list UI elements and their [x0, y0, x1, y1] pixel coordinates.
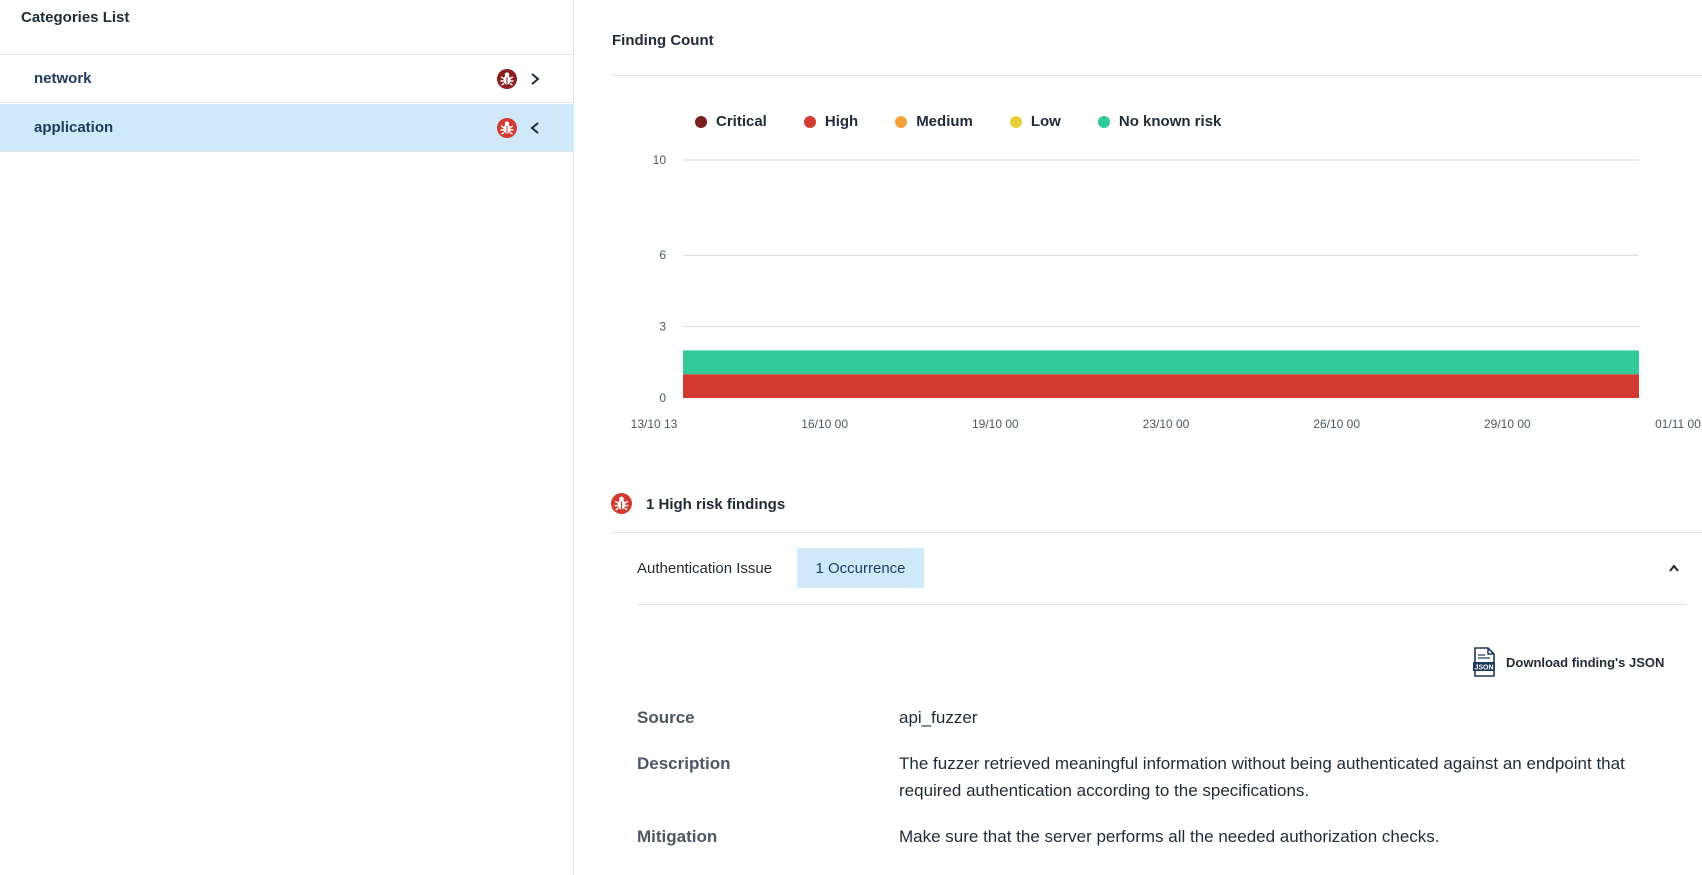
main-panel: Finding Count Critical High Medium Low N… [575, 0, 1702, 875]
y-tick-label: 0 [659, 391, 666, 405]
legend-item-critical[interactable]: Critical [695, 113, 767, 130]
bug-risk-icon [497, 118, 517, 138]
category-item-network[interactable]: network [0, 55, 574, 103]
x-tick-label: 19/10 00 [972, 417, 1019, 431]
chart-legend: Critical High Medium Low No known risk [695, 113, 1258, 130]
legend-item-high[interactable]: High [803, 113, 859, 130]
source-value: api_fuzzer [899, 708, 978, 727]
x-tick-label: 23/10 00 [1143, 417, 1190, 431]
download-json-button[interactable]: JSON Download finding's JSON [1472, 647, 1664, 677]
risk-findings-header[interactable]: 1 High risk findings [611, 493, 1702, 533]
legend-item-low[interactable]: Low [1009, 113, 1061, 130]
legend-dot [803, 115, 816, 128]
divider [637, 604, 1687, 605]
category-label: application [34, 119, 114, 136]
issue-name: Authentication Issue [637, 560, 773, 577]
json-file-icon: JSON [1473, 647, 1495, 677]
legend-item-medium[interactable]: Medium [895, 113, 973, 130]
divider [611, 532, 1702, 533]
x-tick-label: 29/10 00 [1484, 417, 1531, 431]
occurrence-badge: 1 Occurrence [797, 548, 924, 588]
legend-label: Low [1030, 113, 1061, 130]
description-value: The fuzzer retrieved meaningful informat… [899, 754, 1625, 800]
categories-sidebar: Categories List network application [0, 0, 574, 875]
source-label: Source [637, 708, 695, 727]
mitigation-value: Make sure that the server performs all t… [899, 827, 1440, 846]
divider [612, 75, 1702, 76]
legend-dot [895, 115, 908, 128]
legend-dot [695, 115, 707, 128]
finding-count-chart: 0 3 6 10 13/10 13 16/10 00 19/10 00 23/10 00 26/… [631, 153, 1702, 431]
category-item-application[interactable]: application [0, 104, 574, 152]
description-label: Description [637, 754, 731, 773]
sidebar-title: Categories List [21, 9, 130, 26]
legend-label: Medium [916, 113, 973, 130]
legend-item-no-known-risk[interactable]: No known risk [1097, 113, 1222, 130]
chevron-up-icon[interactable] [1667, 563, 1681, 573]
x-tick-label: 13/10 13 [631, 417, 678, 431]
legend-label: High [824, 113, 859, 130]
svg-text:JSON: JSON [1474, 664, 1493, 671]
chevron-right-icon[interactable] [528, 71, 542, 87]
bug-risk-icon [497, 69, 517, 89]
series-area-high [683, 374, 1639, 398]
download-json-label: Download finding's JSON [1506, 654, 1665, 670]
legend-label: Critical [716, 113, 767, 130]
y-tick-label: 3 [659, 320, 666, 334]
risk-findings-title: 1 High risk findings [646, 496, 786, 513]
category-label: network [34, 70, 92, 87]
chevron-left-icon[interactable] [528, 120, 542, 136]
x-tick-label: 01/11 00 [1655, 417, 1701, 431]
finding-count-title: Finding Count [612, 32, 714, 49]
bug-risk-icon [611, 493, 632, 514]
legend-dot [1009, 115, 1022, 128]
finding-issue-row[interactable]: Authentication Issue 1 Occurrence [637, 548, 1687, 604]
y-tick-label: 10 [653, 153, 667, 167]
legend-dot [1097, 115, 1110, 128]
y-tick-label: 6 [659, 248, 666, 262]
legend-label: No known risk [1118, 113, 1222, 130]
x-tick-label: 26/10 00 [1313, 417, 1360, 431]
mitigation-label: Mitigation [637, 827, 718, 846]
x-tick-label: 16/10 00 [801, 417, 848, 431]
series-area-no-known-risk [683, 350, 1639, 375]
